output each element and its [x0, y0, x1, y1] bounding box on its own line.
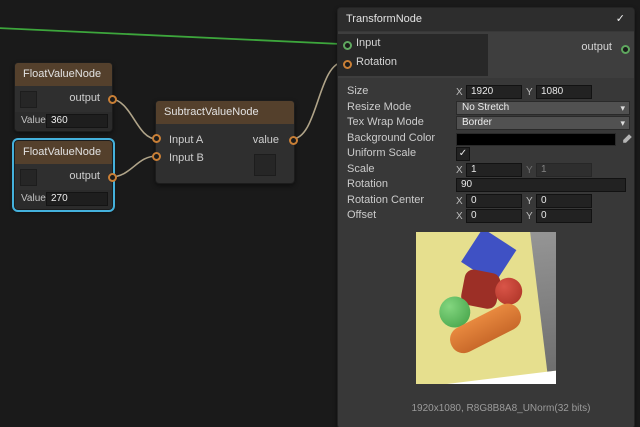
float2-value-label: Value [21, 193, 46, 204]
size-label: Size [347, 84, 368, 100]
size-x-field[interactable]: 1920 [466, 85, 522, 99]
transform-input-row: Input [338, 34, 488, 53]
node-graph-canvas[interactable]: FloatValueNode output Value 360 FloatVal… [0, 0, 640, 427]
float2-output-port[interactable] [108, 173, 117, 182]
transform-input-port[interactable] [343, 41, 352, 50]
transform-input-port-box: Input Rotation [338, 34, 488, 76]
wire-float1-to-input-a[interactable] [110, 99, 157, 139]
scale-x-label: X [456, 163, 463, 179]
rotation-center-x-label: X [456, 194, 463, 210]
float1-value-field[interactable]: 360 [46, 114, 108, 128]
float2-value-field[interactable]: 270 [46, 192, 108, 206]
transform-output-label: output [581, 38, 612, 57]
transform-rotation-port[interactable] [343, 60, 352, 69]
rotation-center-y-field[interactable]: 0 [536, 194, 592, 208]
tex-wrap-mode-row: Tex Wrap Mode Border ▾ [338, 115, 634, 131]
tex-wrap-mode-label: Tex Wrap Mode [347, 115, 424, 131]
resize-mode-dropdown[interactable]: No Stretch ▾ [456, 101, 630, 115]
offset-y-label: Y [526, 209, 533, 225]
rotation-center-row: Rotation Center X 0 Y 0 [338, 193, 634, 209]
subtract-input-b-port[interactable] [152, 152, 161, 161]
float1-output-label: output [69, 92, 100, 104]
wire-float2-to-input-b[interactable] [110, 156, 157, 177]
subtract-preview-thumb [254, 154, 276, 176]
size-y-field[interactable]: 1080 [536, 85, 592, 99]
float2-output-label: output [69, 170, 100, 182]
offset-x-field[interactable]: 0 [466, 209, 522, 223]
background-color-row: Background Color [338, 131, 634, 147]
transform-node-preview [416, 232, 556, 384]
transform-output-port[interactable] [621, 45, 630, 54]
rotation-label: Rotation [347, 177, 388, 193]
rotation-center-y-label: Y [526, 194, 533, 210]
offset-row: Offset X 0 Y 0 [338, 208, 634, 224]
rotation-center-x-field[interactable]: 0 [466, 194, 522, 208]
preview-red-sphere [494, 276, 524, 306]
float2-value-row: Value 270 [15, 190, 112, 209]
wire-input[interactable] [0, 28, 341, 44]
uniform-scale-label: Uniform Scale [347, 146, 416, 162]
subtract-input-b-label: Input B [169, 152, 204, 164]
float2-title-bar[interactable]: FloatValueNode [15, 141, 112, 164]
preview-rendered-image [416, 232, 556, 384]
subtract-value-node[interactable]: SubtractValueNode Input A Input B value [155, 100, 295, 184]
transform-rotation-row: Rotation [338, 53, 488, 72]
transform-title-bar[interactable]: TransformNode [338, 8, 634, 31]
scale-y-field: 1 [536, 163, 592, 177]
float1-title-bar[interactable]: FloatValueNode [15, 63, 112, 86]
float1-output-row: output [15, 86, 112, 112]
size-row: Size X 1920 Y 1080 [338, 84, 634, 100]
tex-wrap-mode-dropdown[interactable]: Border ▾ [456, 116, 630, 130]
scale-label: Scale [347, 162, 375, 178]
resize-mode-row: Resize Mode No Stretch ▾ [338, 100, 634, 116]
subtract-title-bar[interactable]: SubtractValueNode [156, 101, 294, 124]
float2-output-row: output [15, 164, 112, 190]
preview-gray-band [528, 232, 556, 372]
subtract-input-a-port[interactable] [152, 134, 161, 143]
scale-row: Scale X 1 Y 1 [338, 162, 634, 178]
scale-y-label: Y [526, 163, 533, 179]
uniform-scale-checkbox[interactable]: ✓ [456, 147, 470, 161]
float-value-node-1[interactable]: FloatValueNode output Value 360 [14, 62, 113, 132]
size-x-label: X [456, 85, 463, 101]
offset-label: Offset [347, 208, 376, 224]
tex-wrap-mode-value: Border [462, 117, 492, 128]
node-enabled-check-icon[interactable]: ✓ [616, 8, 625, 31]
eyedropper-icon[interactable] [621, 133, 633, 145]
size-y-label: Y [526, 85, 533, 101]
offset-x-label: X [456, 209, 463, 225]
resize-mode-value: No Stretch [462, 102, 509, 113]
float1-output-port[interactable] [108, 95, 117, 104]
rotation-row: Rotation 90 [338, 177, 634, 193]
rotation-center-label: Rotation Center [347, 193, 424, 209]
subtract-input-a-label: Input A [169, 134, 203, 146]
uniform-scale-row: Uniform Scale ✓ [338, 146, 634, 162]
transform-rotation-label: Rotation [356, 53, 397, 72]
subtract-output-port[interactable] [289, 136, 298, 145]
texture-info-text: 1920x1080, R8G8B8A8_UNorm(32 bits) [368, 403, 634, 414]
transform-port-strip: Input Rotation output [338, 32, 634, 78]
dropdown-arrow-icon: ▾ [620, 102, 625, 114]
background-color-label: Background Color [347, 131, 435, 147]
transform-input-label: Input [356, 34, 380, 53]
float1-preview-thumb [20, 91, 37, 108]
float1-value-label: Value [21, 115, 46, 126]
transform-node[interactable]: TransformNode ✓ Input Rotation output Si… [337, 7, 635, 427]
float-value-node-2[interactable]: FloatValueNode output Value 270 [14, 140, 113, 210]
subtract-body: Input A Input B value [156, 124, 294, 182]
transform-properties: Size X 1920 Y 1080 Resize Mode No Stretc… [338, 84, 634, 224]
offset-y-field[interactable]: 0 [536, 209, 592, 223]
float1-value-row: Value 360 [15, 112, 112, 131]
resize-mode-label: Resize Mode [347, 100, 411, 116]
dropdown-arrow-icon: ▾ [620, 117, 625, 129]
subtract-output-label: value [253, 134, 279, 146]
rotation-field[interactable]: 90 [456, 178, 626, 192]
scale-x-field[interactable]: 1 [466, 163, 522, 177]
background-color-swatch[interactable] [456, 133, 616, 146]
float2-preview-thumb [20, 169, 37, 186]
